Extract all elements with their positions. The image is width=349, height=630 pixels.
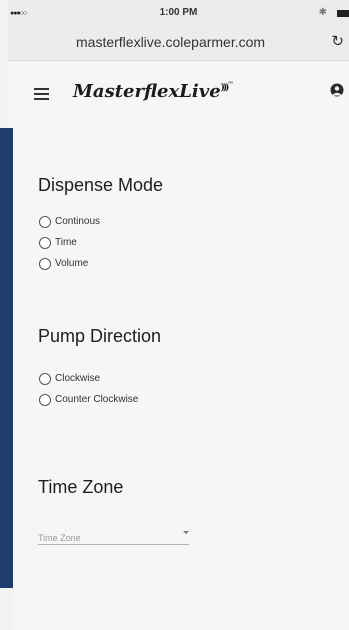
masterflex-logo[interactable]: MasterflexLive)))™ xyxy=(73,81,233,102)
url-text[interactable]: masterflexlive.coleparmer.com xyxy=(76,34,265,50)
chevron-down-icon[interactable] xyxy=(183,531,189,534)
time-zone-title: Time Zone xyxy=(38,477,124,497)
radio-button[interactable] xyxy=(39,236,51,249)
radio-counter-clockwise[interactable]: Counter Clockwise xyxy=(39,391,139,406)
radio-label: Clockwise xyxy=(55,373,101,385)
dispense-mode-title: Dispense Mode xyxy=(38,175,164,195)
radio-button[interactable] xyxy=(39,257,51,270)
bluetooth-icon: ✱ xyxy=(318,7,327,18)
hamburger-menu-icon[interactable] xyxy=(34,88,49,103)
logo-text: MasterflexLive xyxy=(73,81,221,102)
battery-icon xyxy=(337,10,349,17)
account-icon[interactable] xyxy=(330,83,344,100)
status-time: 1:00 PM xyxy=(159,7,198,18)
radio-label: Time xyxy=(55,237,77,249)
reload-icon[interactable]: ↻ xyxy=(331,32,344,50)
radio-time[interactable]: Time xyxy=(39,234,77,249)
status-bar: ●●●○○ 1:00 PM ✱ xyxy=(8,0,349,28)
radio-label: Continous xyxy=(55,216,101,228)
radio-label: Counter Clockwise xyxy=(55,394,139,406)
radio-volume[interactable]: Volume xyxy=(39,255,89,270)
phone-screen: ●●●○○ 1:00 PM ✱ masterflexlive.coleparme… xyxy=(0,0,349,630)
settings-content: Dispense Mode Continous Time Volume Pump… xyxy=(13,126,349,630)
radio-label: Volume xyxy=(55,258,89,270)
time-zone-select[interactable]: Time Zone xyxy=(38,528,189,545)
pump-direction-title: Pump Direction xyxy=(38,326,162,346)
radio-continous[interactable]: Continous xyxy=(39,213,101,228)
time-zone-placeholder: Time Zone xyxy=(38,533,81,543)
trademark-mark: ™ xyxy=(227,81,234,88)
radio-button[interactable] xyxy=(39,215,51,228)
brand-side-band xyxy=(0,128,13,588)
browser-url-bar[interactable]: masterflexlive.coleparmer.com ↻ xyxy=(8,28,349,61)
radio-clockwise[interactable]: Clockwise xyxy=(39,370,101,385)
app-header: MasterflexLive)))™ xyxy=(8,61,349,126)
radio-button[interactable] xyxy=(39,372,51,385)
radio-button[interactable] xyxy=(39,393,51,406)
